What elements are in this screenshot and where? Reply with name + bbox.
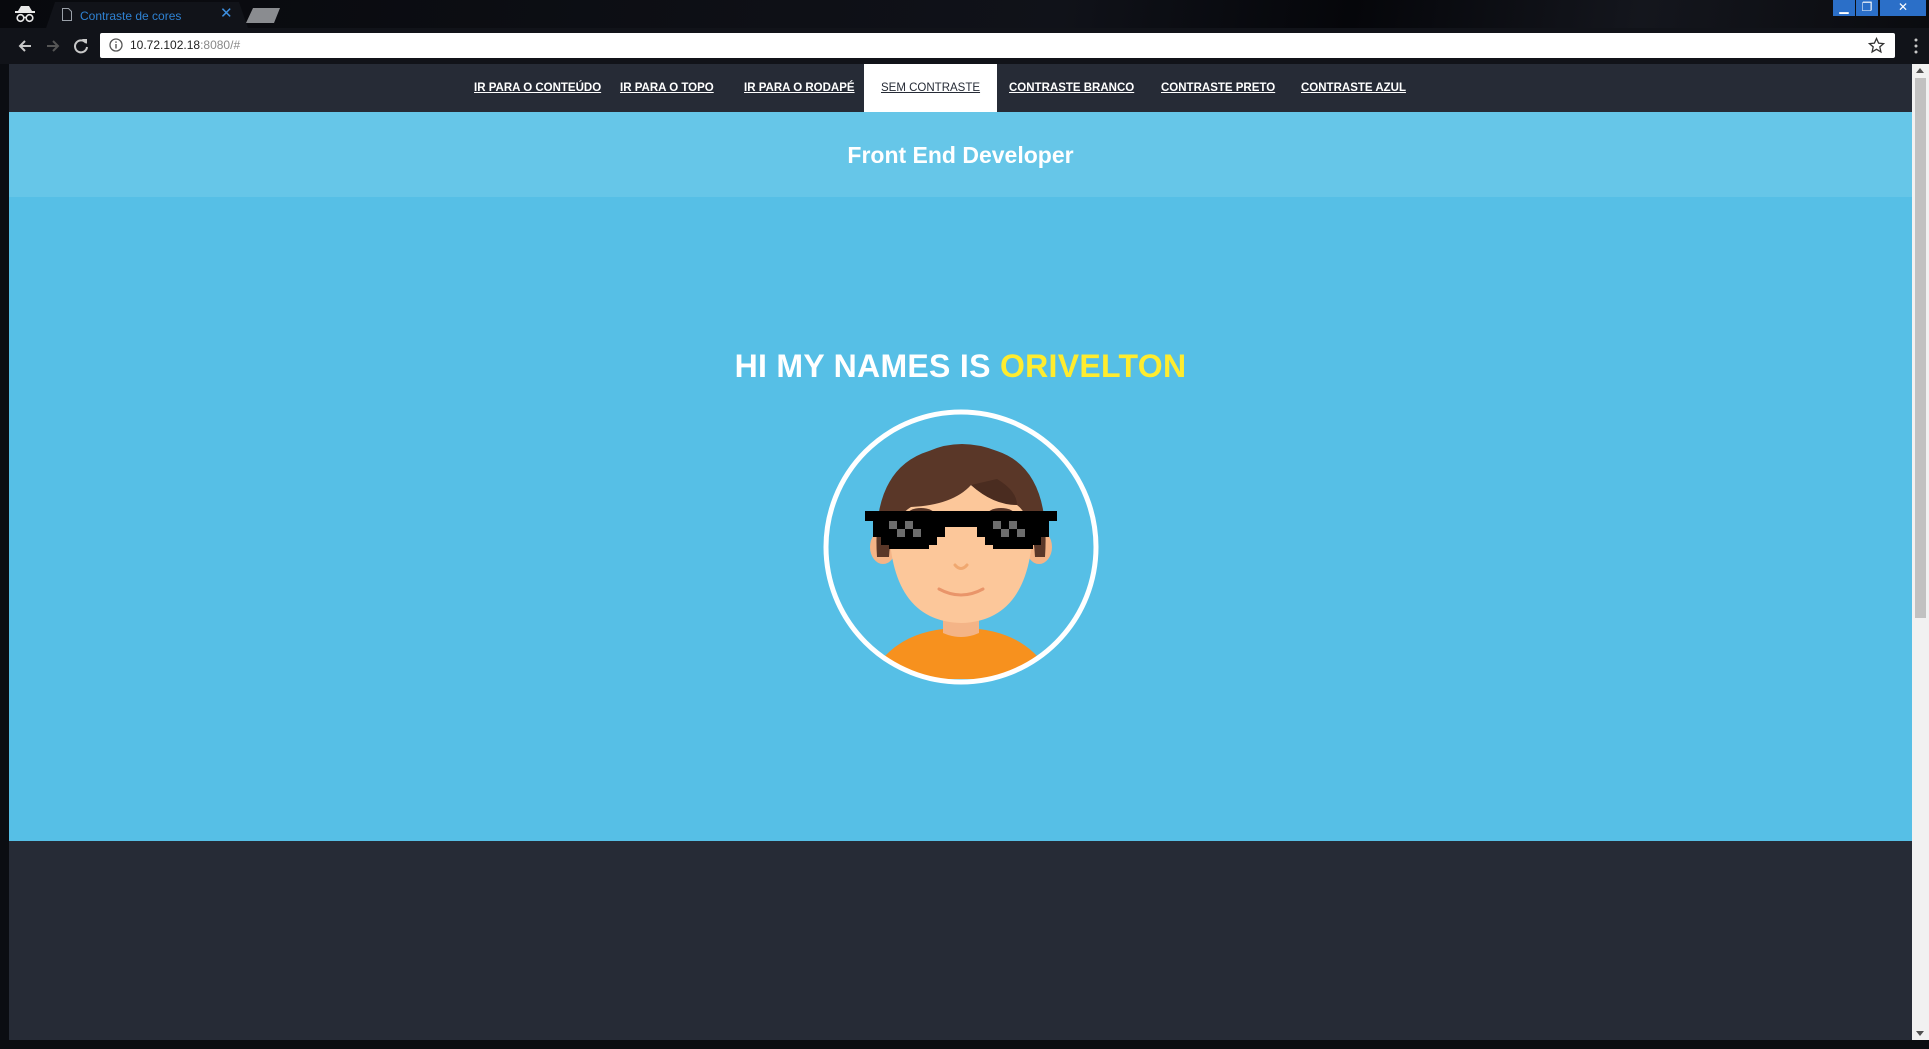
scroll-thumb[interactable]	[1915, 78, 1926, 618]
nav-link-contraste-branco[interactable]: CONTRASTE BRANCO	[992, 64, 1151, 112]
url-text[interactable]: 10.72.102.18:8080/#	[130, 38, 240, 52]
browser-titlebar: Contraste de cores ✕ ▁ ❐ ✕	[0, 0, 1929, 28]
incognito-icon	[15, 6, 35, 23]
hero-greeting: HI MY NAMES IS	[734, 348, 991, 384]
nav-list: IR PARA O CONTEÚDO IR PARA O TOPO IR PAR…	[9, 64, 1912, 112]
tab-contraste-de-cores[interactable]: Contraste de cores ✕	[46, 2, 248, 28]
avatar	[823, 409, 1099, 685]
tab-close-icon[interactable]: ✕	[220, 6, 233, 22]
page-scrollbar[interactable]	[1912, 64, 1929, 1040]
reload-icon[interactable]	[72, 37, 90, 55]
nav-link-sem-contraste[interactable]: SEM CONTRASTE	[864, 64, 998, 112]
forward-icon[interactable]	[44, 37, 62, 55]
hero-section: HI MY NAMES IS ORIVELTON	[9, 197, 1912, 841]
nav-link-ir-para-o-topo[interactable]: IR PARA O TOPO	[603, 64, 731, 112]
content-section-dark	[9, 841, 1912, 1040]
restore-button[interactable]: ❐	[1856, 0, 1878, 16]
nav-link-ir-para-o-rodape[interactable]: IR PARA O RODAPÉ	[727, 64, 872, 112]
info-icon[interactable]	[109, 38, 123, 52]
page-icon	[62, 8, 72, 21]
site-header: Front End Developer	[9, 112, 1912, 197]
bookmark-star-icon[interactable]	[1868, 37, 1885, 54]
tab-title: Contraste de cores	[80, 9, 182, 23]
url-path: :8080/#	[200, 38, 241, 52]
address-bar[interactable]: 10.72.102.18:8080/#	[100, 33, 1895, 58]
url-host: 10.72.102.18	[130, 38, 201, 52]
close-window-button[interactable]: ✕	[1880, 0, 1926, 16]
scroll-up-arrow-icon[interactable]	[1916, 68, 1924, 73]
browser-toolbar: 10.72.102.18:8080/#	[0, 28, 1929, 64]
os-taskbar	[0, 1040, 1929, 1049]
hero-name: ORIVELTON	[999, 348, 1187, 384]
nav-link-ir-para-o-conteudo[interactable]: IR PARA O CONTEÚDO	[457, 64, 618, 112]
nav-link-contraste-azul[interactable]: CONTRASTE AZUL	[1284, 64, 1423, 112]
back-icon[interactable]	[16, 37, 34, 55]
accessibility-nav: IR PARA O CONTEÚDO IR PARA O TOPO IR PAR…	[9, 64, 1912, 112]
nav-link-contraste-preto[interactable]: CONTRASTE PRETO	[1144, 64, 1292, 112]
new-tab-button[interactable]	[246, 8, 280, 23]
minimize-button[interactable]: ▁	[1833, 0, 1855, 16]
avatar-illustration	[869, 444, 1053, 679]
page-viewport: IR PARA O CONTEÚDO IR PARA O TOPO IR PAR…	[9, 64, 1912, 1040]
browser-menu-icon[interactable]	[1914, 38, 1918, 54]
hero-title: HI MY NAMES IS ORIVELTON	[9, 348, 1912, 385]
brand-title[interactable]: Front End Developer	[9, 142, 1912, 169]
scroll-down-arrow-icon[interactable]	[1916, 1031, 1924, 1036]
